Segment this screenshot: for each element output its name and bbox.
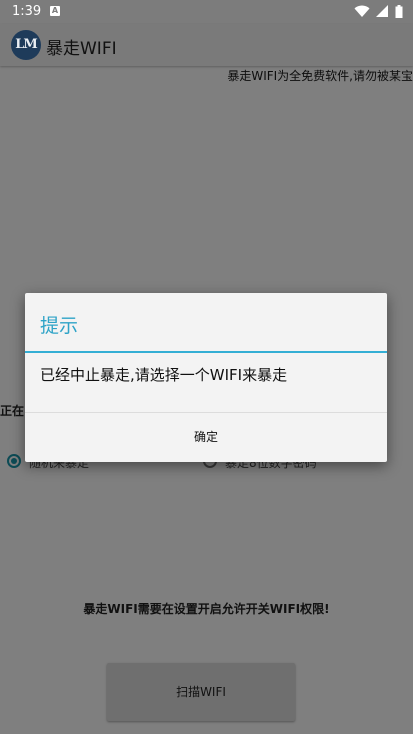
dialog-title-divider <box>25 351 387 353</box>
dialog-title: 提示 <box>40 315 79 337</box>
confirm-button[interactable]: 确定 <box>25 413 387 462</box>
alert-dialog: 提示 已经中止暴走,请选择一个WIFI来暴走 确定 <box>25 293 387 462</box>
dialog-message: 已经中止暴走,请选择一个WIFI来暴走 <box>40 366 288 384</box>
